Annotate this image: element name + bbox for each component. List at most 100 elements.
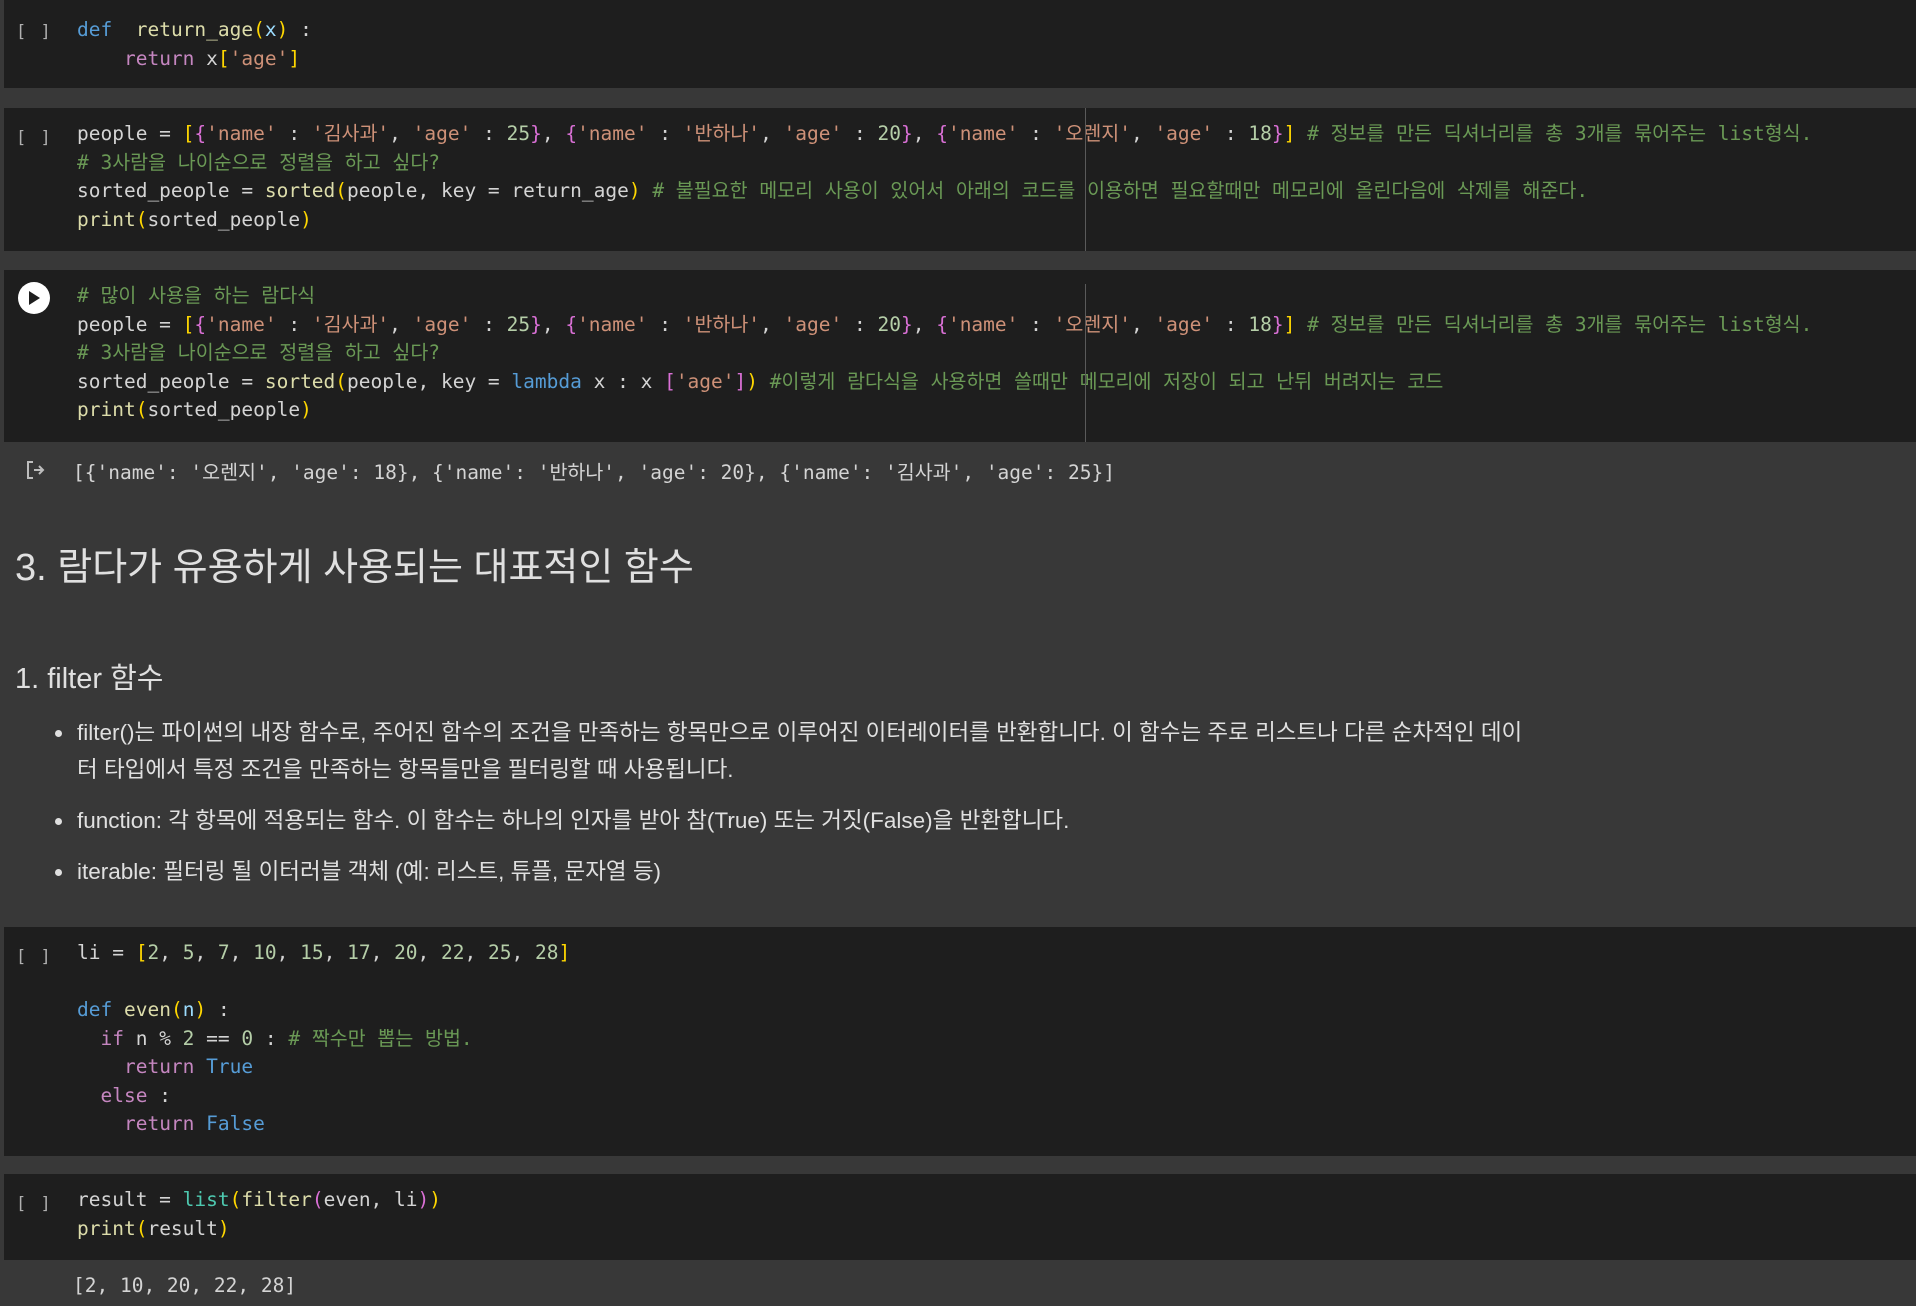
- code-token: (: [335, 179, 348, 202]
- code-token: 18: [1248, 122, 1272, 145]
- code-token: ,: [541, 122, 566, 145]
- code-line[interactable]: def return_age(x) :: [77, 16, 312, 45]
- code-cell-lambda[interactable]: # 많이 사용을 하는 람다식 people = [{'name' : '김사과'…: [4, 270, 1916, 442]
- code-token: 5: [182, 941, 195, 964]
- code-line[interactable]: print(result): [77, 1215, 441, 1244]
- code-line[interactable]: sorted_people = sorted(people, key = lam…: [77, 368, 1812, 397]
- code-token: 10: [253, 941, 277, 964]
- code-token: ,: [417, 941, 442, 964]
- code-editor[interactable]: result = list(filter(even, li)) print(res…: [77, 1186, 441, 1243]
- cell-output: [2, 10, 20, 22, 28]: [73, 1274, 297, 1297]
- code-token: :: [1018, 122, 1054, 145]
- code-token: ]: [1283, 122, 1296, 145]
- code-token: ]: [288, 46, 301, 70]
- code-line[interactable]: return False: [77, 1110, 570, 1139]
- code-token: 'age': [783, 122, 843, 145]
- list-item: iterable: 필터링 될 이터러블 객체 (예: 리스트, 튜플, 문자열…: [75, 853, 1575, 890]
- cell-output: [{'name': '오렌지', 'age': 18}, {'name': '반…: [73, 461, 1115, 484]
- code-editor[interactable]: li = [2, 5, 7, 10, 15, 17, 20, 22, 25, 2…: [77, 939, 570, 1139]
- code-token: sorted_people: [147, 207, 301, 231]
- code-line[interactable]: else :: [77, 1082, 570, 1111]
- code-token: '반하나': [682, 312, 761, 336]
- code-token: even, li: [323, 1188, 418, 1211]
- code-token: 'name': [206, 122, 277, 145]
- code-editor[interactable]: def return_age(x) : return x['age']: [77, 16, 312, 73]
- code-token: print: [77, 207, 136, 231]
- code-line[interactable]: print(sorted_people): [77, 206, 1812, 235]
- cell-execution-count[interactable]: [ ]: [16, 1194, 53, 1214]
- code-cell-return-age[interactable]: [ ] def return_age(x) : return x['age']: [4, 0, 1916, 88]
- output-actions-icon[interactable]: [24, 458, 48, 482]
- code-line[interactable]: result = list(filter(even, li)): [77, 1186, 441, 1215]
- code-token: '김사과': [311, 122, 390, 145]
- code-token: ): [429, 1188, 442, 1211]
- code-line[interactable]: # 3사람을 나이순으로 정렬을 하고 싶다?: [77, 149, 1812, 178]
- code-token: x : x: [581, 369, 665, 393]
- code-line[interactable]: return x['age']: [77, 45, 312, 74]
- code-token: 25: [506, 312, 531, 336]
- code-line[interactable]: # 3사람을 나이순으로 정렬을 하고 싶다?: [77, 339, 1812, 368]
- code-token: filter: [241, 1188, 312, 1211]
- code-token: 'age': [783, 312, 843, 336]
- code-token: 'age': [412, 122, 472, 145]
- code-token: '반하나': [682, 122, 761, 145]
- ruler-line: [1085, 108, 1086, 251]
- code-line[interactable]: def even(n) :: [77, 996, 570, 1025]
- code-token: '김사과': [311, 312, 390, 336]
- code-token: print: [77, 398, 136, 421]
- run-cell-button[interactable]: [18, 282, 50, 314]
- code-line[interactable]: return True: [77, 1053, 570, 1082]
- code-token: {: [565, 122, 578, 145]
- code-token: ): [276, 18, 289, 41]
- cell-execution-count[interactable]: [ ]: [16, 22, 53, 42]
- code-token: False: [206, 1112, 265, 1135]
- code-token: ]: [734, 369, 747, 393]
- code-line[interactable]: people = [{'name' : '김사과', 'age' : 25}, …: [77, 120, 1812, 149]
- code-line[interactable]: people = [{'name' : '김사과', 'age' : 25}, …: [77, 311, 1812, 340]
- code-token: n: [182, 998, 195, 1021]
- code-line[interactable]: li = [2, 5, 7, 10, 15, 17, 20, 22, 25, 2…: [77, 939, 570, 968]
- code-token: # 3사람을 나이순으로 정렬을 하고 싶다?: [77, 150, 441, 174]
- code-token: ): [194, 998, 207, 1021]
- code-line[interactable]: print(sorted_people): [77, 396, 1812, 425]
- code-token: :: [206, 998, 230, 1021]
- code-token: }: [1271, 122, 1284, 145]
- code-token: 25: [488, 941, 512, 964]
- code-editor[interactable]: # 많이 사용을 하는 람다식 people = [{'name' : '김사과'…: [77, 282, 1812, 425]
- code-token: ,: [511, 941, 535, 964]
- code-token: (: [335, 369, 348, 393]
- code-token: sorted: [264, 369, 336, 393]
- code-token: result =: [77, 1188, 183, 1211]
- code-cell-filter[interactable]: [ ] result = list(filter(even, li)) print…: [4, 1174, 1916, 1260]
- code-token: ,: [229, 941, 254, 964]
- code-token: 25: [506, 122, 531, 145]
- code-token: # 많이 사용을 하는 람다식: [77, 284, 316, 307]
- code-token: people =: [77, 312, 183, 336]
- code-token: :: [147, 1083, 171, 1107]
- code-token: return: [123, 1055, 195, 1078]
- code-editor[interactable]: people = [{'name' : '김사과', 'age' : 25}, …: [77, 120, 1812, 234]
- code-token: def: [77, 998, 113, 1021]
- code-token: else: [100, 1083, 148, 1107]
- code-line[interactable]: if n % 2 == 0 : # 짝수만 뽑는 방법.: [77, 1025, 570, 1054]
- cell-execution-count[interactable]: [ ]: [16, 128, 53, 148]
- code-line[interactable]: # 많이 사용을 하는 람다식: [77, 282, 1812, 311]
- code-token: sorted_people: [147, 398, 301, 421]
- code-token: ==: [194, 1026, 242, 1050]
- code-token: ,: [389, 122, 413, 145]
- code-line[interactable]: [77, 968, 570, 997]
- code-token: 'name': [577, 122, 648, 145]
- code-cell-sorted-people[interactable]: [ ] people = [{'name' : '김사과', 'age' : 2…: [4, 108, 1916, 251]
- code-cell-even[interactable]: [ ] li = [2, 5, 7, 10, 15, 17, 20, 22, 2…: [4, 927, 1916, 1156]
- markdown-bullet-list: filter()는 파이썬의 내장 함수로, 주어진 함수의 조건을 만족하는 …: [45, 714, 1575, 904]
- code-token: 'age': [1154, 312, 1214, 336]
- code-token: ,: [1130, 312, 1155, 336]
- code-line[interactable]: sorted_people = sorted(people, key = ret…: [77, 177, 1812, 206]
- cell-execution-count[interactable]: [ ]: [16, 947, 53, 967]
